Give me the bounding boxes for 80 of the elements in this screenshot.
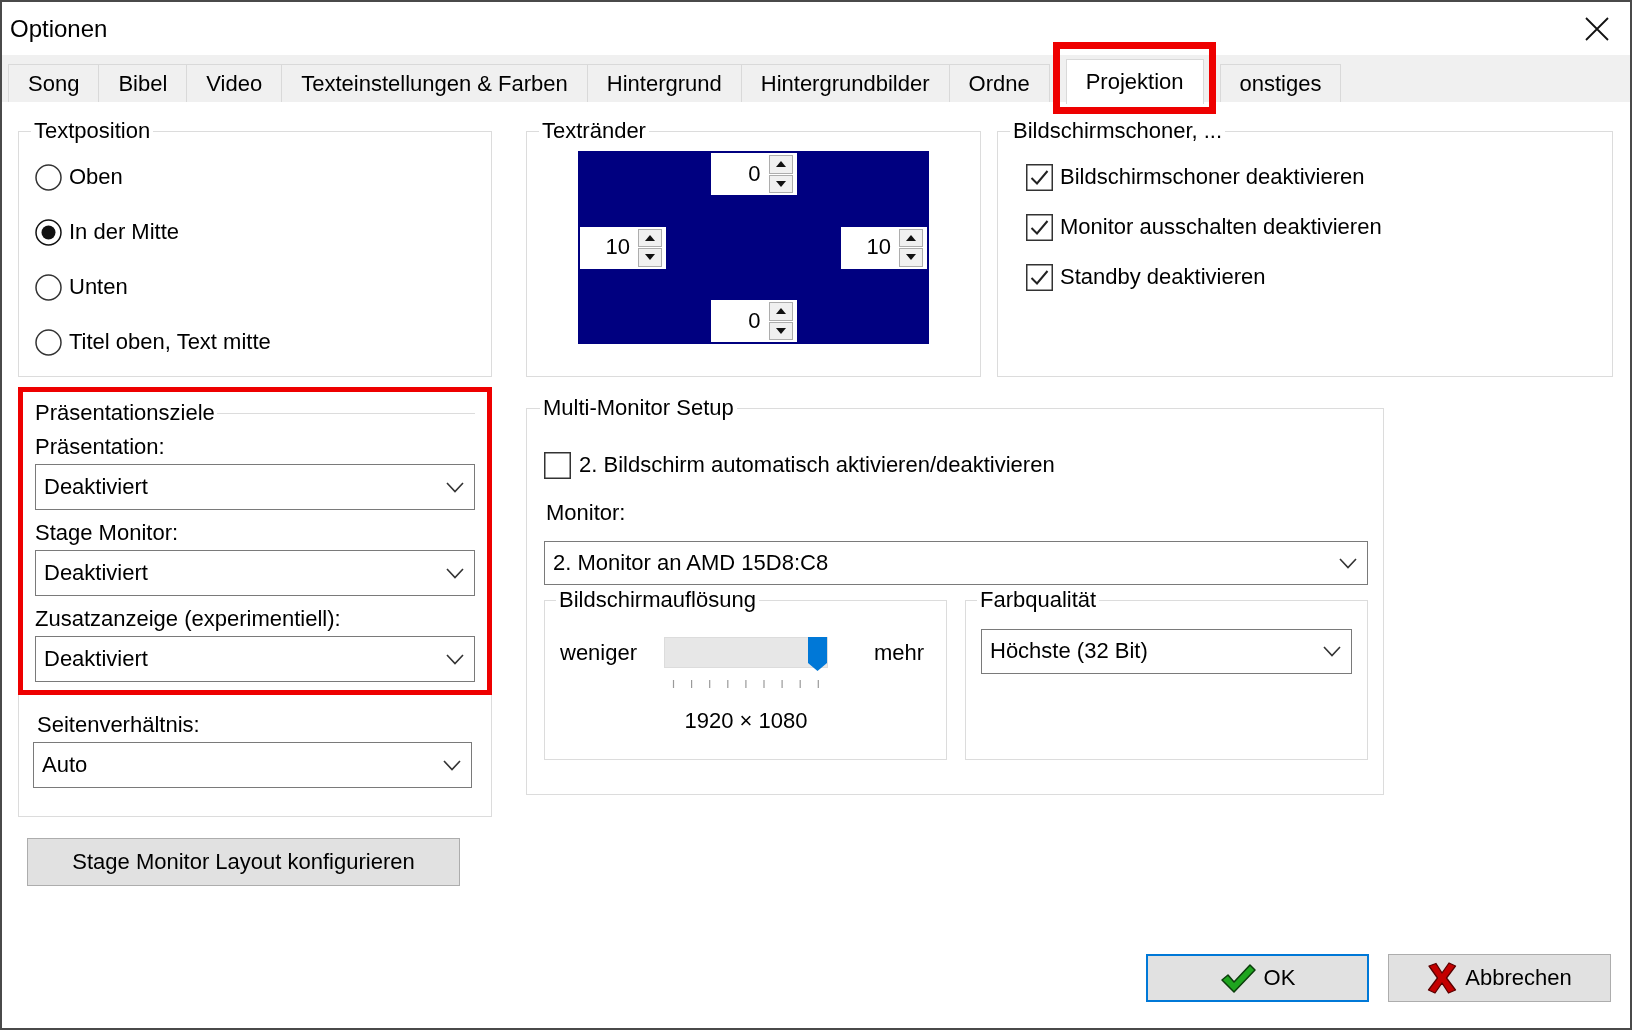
checkbox-label[interactable]: Monitor ausschalten deaktivieren — [1060, 212, 1382, 242]
checkmark-icon — [1219, 962, 1256, 994]
spin-box[interactable]: 10 — [841, 226, 927, 269]
dropdown[interactable]: 2. Monitor an AMD 15D8:C8 — [544, 541, 1368, 585]
close-icon[interactable] — [1584, 15, 1610, 42]
spin-box[interactable]: 0 — [710, 153, 797, 195]
radio-label[interactable]: Unten — [69, 273, 128, 302]
chevron-down-icon — [446, 567, 464, 579]
up-arrow-icon — [906, 234, 916, 241]
tab[interactable]: onstiges — [1219, 64, 1342, 102]
resolution-value: 1920 × 1080 — [684, 707, 808, 735]
spin-up-button[interactable] — [638, 228, 662, 247]
number-field[interactable]: 10 — [841, 228, 899, 267]
field-label: Stage Monitor: — [35, 519, 180, 547]
dropdown[interactable]: Deaktiviert — [35, 550, 475, 596]
group-title: Präsentationsziele — [35, 398, 215, 427]
down-arrow-icon — [645, 254, 655, 261]
spin-down-button[interactable] — [768, 174, 793, 193]
radio-label[interactable]: Oben — [69, 163, 123, 192]
up-arrow-icon — [775, 308, 786, 315]
tab[interactable]: Ordne — [948, 64, 1050, 102]
field-label: Präsentation: — [35, 433, 166, 461]
spin-up-button[interactable] — [768, 302, 793, 321]
spin-up-button[interactable] — [899, 228, 923, 247]
slider-min-label: weniger — [560, 639, 639, 667]
group-title: Textposition — [33, 117, 152, 145]
tab[interactable]: Song — [8, 64, 100, 102]
radio-label[interactable]: In der Mitte — [69, 218, 180, 247]
field-label: Zusatzanzeige (experimentiell): — [35, 605, 342, 633]
dropdown[interactable]: Deaktiviert — [35, 464, 475, 510]
chevron-down-icon — [1339, 557, 1357, 569]
dropdown[interactable]: Deaktiviert — [35, 636, 475, 682]
checkbox-label[interactable]: 2. Bildschirm automatisch aktivieren/deaktivieren — [579, 450, 1055, 480]
down-arrow-icon — [906, 254, 916, 261]
radio-button[interactable] — [35, 274, 62, 301]
group-title: Bildschirmauflösung — [558, 586, 757, 614]
group-title: Multi-Monitor Setup — [542, 394, 735, 422]
radio-label[interactable]: Titel oben, Text mitte — [69, 328, 271, 357]
window-title: Optionen — [10, 13, 108, 44]
radio-button[interactable] — [35, 329, 62, 356]
checkbox-label[interactable]: Bildschirmschoner deaktivieren — [1060, 162, 1365, 192]
spin-box[interactable]: 0 — [710, 300, 797, 342]
chevron-down-icon — [446, 653, 464, 665]
checkbox[interactable] — [544, 451, 571, 479]
cancel-button[interactable]: Abbrechen — [1388, 954, 1611, 1002]
chevron-down-icon — [1323, 646, 1341, 657]
checkbox[interactable] — [1026, 163, 1053, 191]
spin-up-button[interactable] — [768, 155, 793, 174]
chevron-down-icon — [446, 481, 464, 493]
field-label: Monitor: — [545, 499, 627, 527]
slider-max-label: mehr — [874, 639, 925, 667]
configure-layout-button[interactable]: Stage Monitor Layout konfigurieren — [27, 838, 460, 886]
slider-thumb[interactable] — [808, 637, 827, 671]
tab[interactable]: Projektion — [1065, 59, 1204, 104]
group-title: Farbqualität — [979, 586, 1098, 614]
checkbox[interactable] — [1026, 263, 1053, 291]
number-field[interactable]: 10 — [580, 228, 638, 267]
spin-box[interactable]: 10 — [580, 226, 666, 269]
up-arrow-icon — [775, 161, 786, 168]
x-mark-icon — [1427, 962, 1458, 994]
dropdown[interactable]: Höchste (32 Bit) — [981, 629, 1352, 674]
dropdown[interactable]: Auto — [33, 742, 472, 788]
field-label: Seitenverhältnis: — [36, 711, 201, 739]
spin-down-button[interactable] — [638, 248, 662, 267]
radio-button[interactable] — [35, 219, 62, 246]
chevron-down-icon — [443, 759, 461, 771]
radio-button[interactable] — [35, 164, 62, 191]
ok-button[interactable]: OK — [1146, 954, 1369, 1002]
group-title: Bildschirmschoner, ... — [1012, 117, 1224, 145]
spin-down-button[interactable] — [768, 321, 793, 340]
number-field[interactable]: 0 — [710, 302, 769, 340]
checkbox[interactable] — [1026, 213, 1053, 241]
group-title: Textränder — [541, 117, 647, 145]
spin-down-button[interactable] — [899, 248, 923, 267]
checkbox-label[interactable]: Standby deaktivieren — [1060, 262, 1266, 292]
up-arrow-icon — [645, 234, 655, 241]
number-field[interactable]: 0 — [710, 155, 769, 193]
down-arrow-icon — [775, 327, 786, 334]
down-arrow-icon — [775, 180, 786, 187]
slider-track[interactable] — [664, 637, 828, 668]
